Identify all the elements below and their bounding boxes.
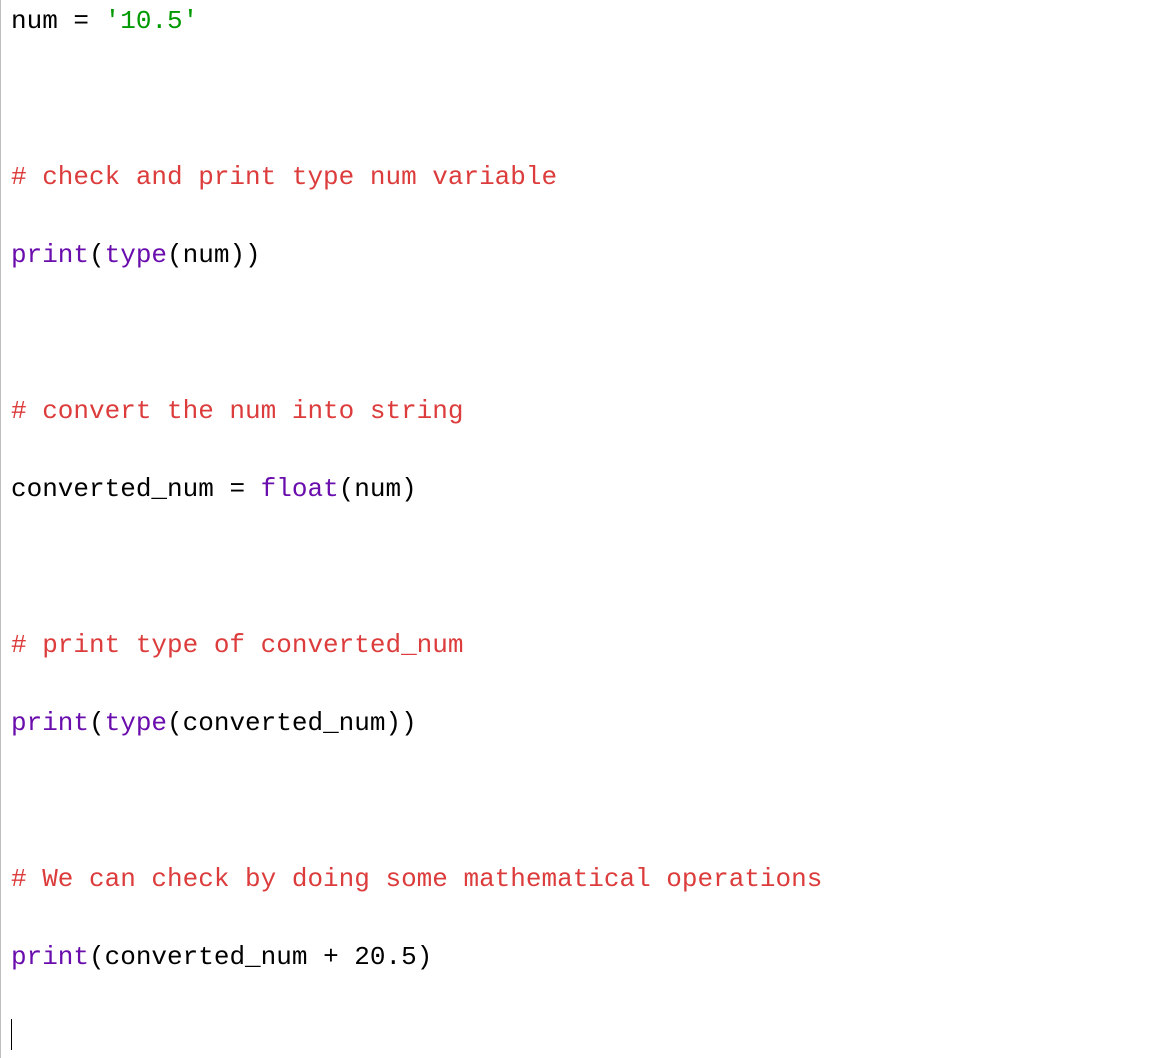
code-line: # check and print type num variable	[11, 158, 1170, 197]
code-editor[interactable]: num = '10.5' # check and print type num …	[0, 0, 1176, 1058]
paren: (	[89, 240, 105, 270]
builtin-print: print	[11, 240, 89, 270]
code-line: print(type(converted_num))	[11, 704, 1170, 743]
code-line: # print type of converted_num	[11, 626, 1170, 665]
operator-plus: +	[323, 942, 339, 972]
code-line: print(type(num))	[11, 236, 1170, 275]
paren-arg: (num))	[167, 240, 261, 270]
space	[245, 474, 261, 504]
builtin-type: type	[105, 240, 167, 270]
operator-assign: =	[73, 6, 89, 36]
comment: # check and print type num variable	[11, 162, 557, 192]
builtin-float: float	[261, 474, 339, 504]
code-line: # We can check by doing some mathematica…	[11, 860, 1170, 899]
paren-arg: (converted_num	[89, 942, 323, 972]
code-block: num = '10.5' # check and print type num …	[11, 2, 1170, 1058]
code-line-blank	[11, 80, 1170, 119]
operator-assign: =	[229, 474, 245, 504]
code-line: print(converted_num + 20.5)	[11, 938, 1170, 977]
comment: # print type of converted_num	[11, 630, 463, 660]
code-line: converted_num = float(num)	[11, 470, 1170, 509]
paren-arg: (num)	[339, 474, 417, 504]
code-line-blank	[11, 314, 1170, 353]
code-line-blank	[11, 782, 1170, 821]
code-line-cursor	[11, 1016, 1170, 1055]
string-literal: '10.5'	[89, 6, 198, 36]
builtin-type: type	[105, 708, 167, 738]
paren-close: )	[417, 942, 433, 972]
code-line-blank	[11, 548, 1170, 587]
comment: # convert the num into string	[11, 396, 463, 426]
paren-arg: (converted_num))	[167, 708, 417, 738]
number-literal: 20.5	[339, 942, 417, 972]
code-line: num = '10.5'	[11, 2, 1170, 41]
builtin-print: print	[11, 942, 89, 972]
code-line: # convert the num into string	[11, 392, 1170, 431]
builtin-print: print	[11, 708, 89, 738]
comment: # We can check by doing some mathematica…	[11, 864, 822, 894]
text-cursor-icon	[11, 1019, 12, 1050]
variable-name: converted_num	[11, 474, 229, 504]
paren: (	[89, 708, 105, 738]
variable-name: num	[11, 6, 73, 36]
